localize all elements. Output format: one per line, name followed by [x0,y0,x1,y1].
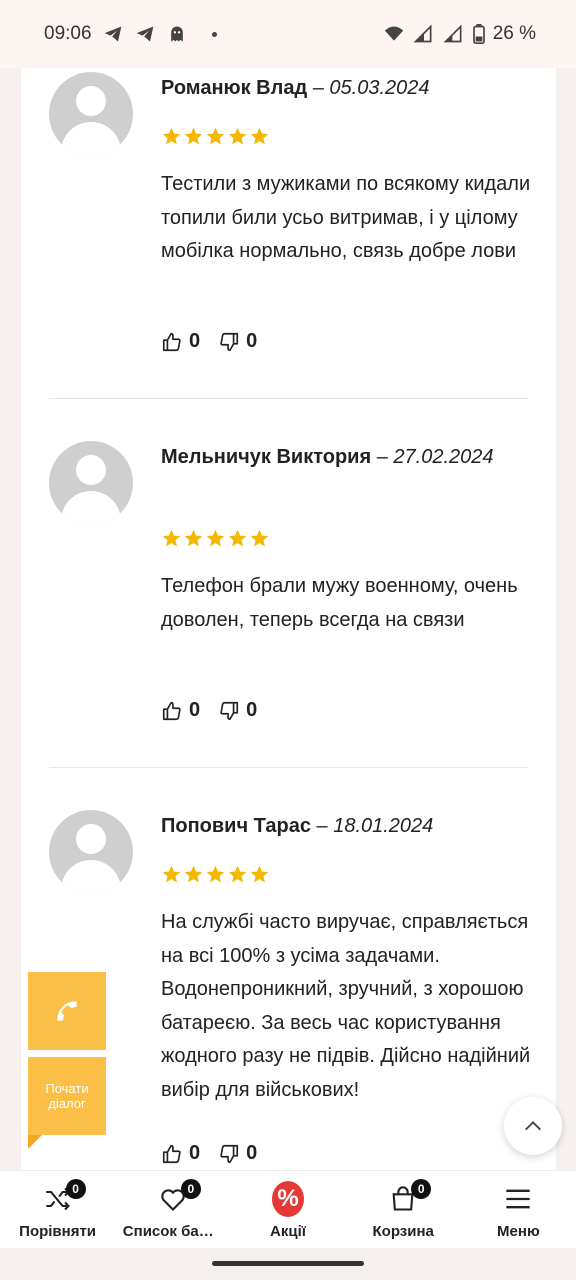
status-bar: 09:06 26 % [0,0,576,68]
star-icon [162,529,181,547]
like-button[interactable]: 0 [161,699,200,722]
telegram-icon [136,26,153,42]
nav-wishlist[interactable]: 0 Список бажань [115,1171,230,1248]
nav-compare[interactable]: 0 Порівняти [0,1171,115,1248]
review-author: Мельничук Виктория [161,446,372,468]
likes-count: 0 [189,1142,201,1164]
dislike-button[interactable]: 0 [218,330,257,353]
star-icon [250,529,269,547]
review-votes: 0 0 [161,330,275,353]
phone-icon [57,1001,77,1021]
call-button[interactable] [28,972,106,1050]
avatar [49,72,133,156]
nav-cart-label: Корзина [372,1223,434,1240]
review-divider [49,767,528,768]
like-button[interactable]: 0 [161,1142,200,1165]
signal-icon [413,24,432,43]
gesture-bar[interactable] [212,1261,364,1266]
review-separator: – [376,446,388,468]
telegram-icon [104,26,121,42]
review-meta: Попович Тарас – 18.01.2024 [161,810,541,843]
star-icon [184,127,203,145]
rating-stars [161,528,270,549]
avatar [49,441,133,525]
wifi-icon [384,26,403,41]
star-icon [250,865,269,883]
star-icon [228,865,247,883]
review-date: 27.02.2024 [393,446,494,468]
status-time: 09:06 [44,23,92,44]
percent-icon: % [272,1181,304,1217]
scroll-to-top-button[interactable] [504,1097,562,1155]
star-icon [206,127,225,145]
rating-stars [161,126,270,147]
dislikes-count: 0 [246,1142,258,1164]
star-icon [250,127,269,145]
thumbs-up-icon [162,701,181,720]
start-chat-label: Почати діалог [45,1081,89,1111]
review-divider [49,398,528,399]
review-votes: 0 0 [161,1142,275,1165]
nav-wishlist-label: Список бажань [122,1223,223,1240]
nav-menu[interactable]: Меню [461,1171,576,1248]
star-icon [206,529,225,547]
dislike-button[interactable]: 0 [218,699,257,722]
nav-compare-label: Порівняти [19,1223,97,1240]
star-icon [206,865,225,883]
thumbs-down-icon [220,1144,239,1163]
review-votes: 0 0 [161,699,275,722]
review-separator: – [316,815,328,837]
battery-percent: 26 % [492,23,536,44]
review-separator: – [312,77,324,99]
likes-count: 0 [189,330,201,352]
star-icon [228,529,247,547]
review-meta: Мельничук Виктория – 27.02.2024 [161,441,541,474]
compare-badge: 0 [65,1179,86,1199]
review-text: Телефон брали мужу военному, очень довол… [161,575,518,631]
review-date: 05.03.2024 [329,77,430,99]
wishlist-badge: 0 [180,1179,201,1199]
status-left: 09:06 [44,23,217,45]
like-button[interactable]: 0 [161,330,200,353]
nav-cart[interactable]: 0 Корзина [346,1171,461,1248]
star-icon [184,865,203,883]
menu-icon [506,1189,531,1209]
star-icon [162,865,181,883]
thumbs-down-icon [220,332,239,351]
chevron-up-icon [525,1121,541,1131]
ghost-icon [170,26,183,42]
nav-menu-label: Меню [497,1223,540,1240]
start-chat-button[interactable]: Почати діалог [28,1057,106,1135]
review-author: Романюк Влад [161,77,308,99]
dislikes-count: 0 [246,699,258,721]
gesture-area [0,1248,576,1280]
dislikes-count: 0 [246,330,258,352]
review-text: Тестили з мужиками по всякому кидали топ… [161,173,531,262]
review-meta: Романюк Влад – 05.03.2024 [161,72,541,105]
thumbs-down-icon [220,701,239,720]
star-icon [228,127,247,145]
cart-badge: 0 [411,1179,432,1199]
star-icon [162,127,181,145]
review-text: На службі часто виручає, справляється на… [161,911,531,1101]
likes-count: 0 [189,699,201,721]
notification-dot [211,31,217,37]
bottom-nav: 0 Порівняти 0 Список бажань % Акції 0 Ко… [0,1170,576,1248]
battery-icon [472,24,485,44]
nav-promotions[interactable]: % Акції [230,1171,345,1248]
signal-icon [443,24,462,43]
rating-stars [161,864,270,885]
review-date: 18.01.2024 [333,815,434,837]
review-author: Попович Тарас [161,815,311,837]
status-right: 26 % [383,23,536,45]
nav-promotions-label: Акції [270,1223,306,1240]
avatar [49,810,133,894]
thumbs-up-icon [162,332,181,351]
dislike-button[interactable]: 0 [218,1142,257,1165]
thumbs-up-icon [162,1144,181,1163]
chat-bubble-tail [28,1135,42,1149]
star-icon [184,529,203,547]
